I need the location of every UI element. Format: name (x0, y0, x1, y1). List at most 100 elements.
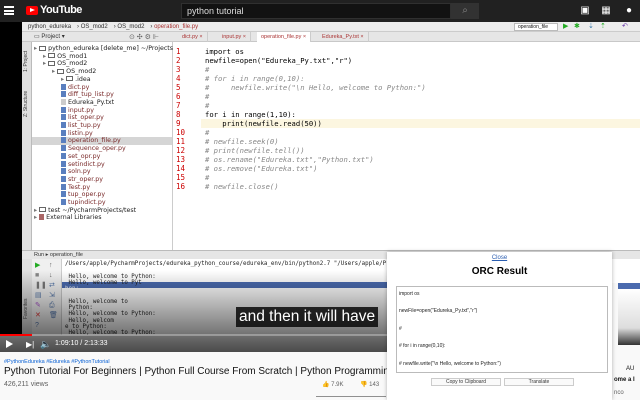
hashtags-link[interactable]: #PythonEdureka #Edureka #PythonTutorial (4, 359, 110, 365)
dislike-button[interactable]: 👎 143 (360, 381, 379, 388)
tree-item-label: tup_oper.py (68, 191, 106, 199)
related-video-thumbnail[interactable] (618, 283, 640, 345)
close-link[interactable]: Close (387, 255, 612, 261)
tree-item-label: input.py (68, 106, 94, 114)
line-number: 9 (176, 119, 181, 128)
folder-icon (39, 207, 47, 213)
tree-item-label: listin.py (68, 129, 93, 137)
search-button[interactable]: ⌕ (451, 3, 479, 19)
popup-title: ORC Result (471, 266, 528, 277)
folder-icon (66, 76, 74, 82)
messages-icon[interactable]: ● (624, 6, 634, 16)
copy-to-clipboard-button[interactable]: Copy to Clipboard (431, 378, 501, 386)
run-icon: ▶ (563, 23, 569, 30)
code-line[interactable]: # for i in range(0,10): (205, 74, 305, 83)
tree-item-label: list_oper.py (68, 114, 104, 122)
project-tree: ▸ python_edureka [delete_me] ~/Projects/… (32, 42, 180, 250)
code-line[interactable]: # (205, 92, 209, 101)
apps-icon[interactable]: ▦ (601, 6, 611, 16)
like-count: 7.9K (331, 382, 344, 388)
search-input[interactable] (181, 3, 451, 19)
code-line[interactable]: # newfile.seek(0) (205, 137, 279, 146)
tree-item-label: dict.py (68, 83, 90, 91)
line-numbers: 1 2 3 4 5 6 7 8 9 10 11 12 13 14 15 16 (173, 42, 201, 250)
tree-item-label: Sequence_oper.py (68, 145, 126, 153)
code-line[interactable]: # (205, 101, 209, 110)
file-icon (61, 199, 66, 205)
ocr-textarea[interactable]: import os newFile=open("Edureka_Py.txt",… (396, 286, 608, 373)
menu-icon[interactable] (4, 6, 14, 15)
line-number: 3 (176, 65, 181, 74)
line-number: 2 (176, 56, 181, 65)
run-config-dropdown: operation_file (514, 23, 558, 31)
folder-icon (57, 68, 65, 74)
revert-icon: ↶ (622, 23, 628, 30)
file-icon (61, 137, 66, 144)
line-number: 6 (176, 92, 181, 101)
play-icon[interactable] (6, 340, 13, 348)
line-number: 8 (176, 110, 181, 119)
tree-item-label: tupindict.py (68, 199, 106, 206)
time-display: 1:09:10 / 2:13:33 (55, 340, 108, 347)
tree-settings-icon: ⊙ ✣ ⚙ ⊩ (129, 34, 159, 41)
tab-label: input.py (222, 34, 242, 40)
tree-item-label: OS_mod2 (66, 68, 97, 76)
line-number: 4 (176, 74, 181, 83)
caption-text: and then it will have (236, 307, 379, 327)
line-number: 14 (176, 164, 186, 173)
translate-button[interactable]: Translate (504, 378, 574, 386)
line-number: 16 (176, 182, 186, 191)
code-line[interactable]: # (205, 128, 209, 137)
breadcrumb-item: OS_mod2 (80, 24, 108, 30)
code-line[interactable]: # newfile.close() (205, 182, 279, 191)
tab-operation-file: operation_file.py × (257, 32, 312, 42)
search-icon: ⌕ (462, 5, 468, 16)
structure-tool-label: Z: Structure (23, 90, 29, 117)
editor-tab-bar: ▭ Project ▾ ⊙ ✣ ⚙ ⊩ dict.py × input.py ×… (22, 32, 640, 42)
code-line[interactable]: # newfile.write("\n Hello, welcome to Py… (205, 83, 426, 92)
thumbs-up-icon: 👍 (322, 382, 330, 388)
file-icon (61, 122, 66, 128)
favorites-label: Favorites (23, 298, 29, 319)
scroll-up-icon: ↑ (49, 262, 53, 269)
tab-edureka-txt: Edureka_Py.txt × (318, 32, 369, 42)
code-line[interactable]: # os.rename("Edureka.txt","Python.txt") (205, 155, 374, 164)
youtube-logo-icon[interactable] (26, 6, 38, 15)
code-line[interactable]: # print(newfile.tell()) (205, 146, 305, 155)
tree-item[interactable]: ▸ External Libraries (34, 214, 102, 222)
dislike-count: 143 (369, 382, 380, 388)
tab-label: dict.py (182, 34, 198, 40)
tree-item-label: set_opr.py (68, 152, 101, 160)
file-icon (61, 152, 66, 159)
related-video-title[interactable]: ome a I (614, 377, 635, 383)
code-line[interactable]: import os (205, 47, 244, 56)
code-line[interactable]: newfile=open("Edureka_Py.txt","r") (205, 56, 352, 65)
line-number: 1 (176, 47, 181, 56)
tree-item-label: list_tup.py (68, 122, 101, 129)
sentiment-bar (316, 396, 386, 397)
tree-item-label: python_edureka [delete_me] ~/Projects/C (48, 45, 180, 52)
project-view-dropdown: ▭ Project ▾ (34, 34, 65, 40)
next-icon[interactable]: ▶| (26, 340, 34, 349)
line-number: 7 (176, 101, 181, 110)
related-videos-sidebar: AU ome a I nco (612, 283, 640, 400)
like-button[interactable]: 👍 7.9K (322, 381, 344, 388)
project-dropdown-label: Project (41, 34, 61, 40)
tree-item-label: .idea (75, 75, 91, 83)
ocr-result-popup: Close ORC Result import os newFile=open(… (387, 252, 612, 400)
file-icon (61, 168, 66, 175)
related-video-text: AU (626, 366, 635, 372)
code-line[interactable]: print(newfile.read(50)) (205, 119, 322, 128)
youtube-logo-text[interactable]: YouTube (40, 4, 82, 16)
code-line[interactable]: for i in range(1,10): (205, 110, 296, 119)
code-line[interactable]: # (205, 65, 209, 74)
progress-bar-played[interactable] (0, 334, 32, 336)
code-line[interactable]: # os.remove("Edureka.txt") (205, 164, 318, 173)
code-line[interactable]: # (205, 173, 209, 182)
create-video-icon[interactable]: ▣ (580, 6, 590, 16)
thumbs-down-icon: 👎 (360, 382, 368, 388)
vcs-update-icon: ⇣ (588, 23, 594, 30)
file-icon (61, 106, 66, 113)
file-icon (61, 160, 66, 167)
volume-icon[interactable]: 🔈 (40, 339, 51, 350)
